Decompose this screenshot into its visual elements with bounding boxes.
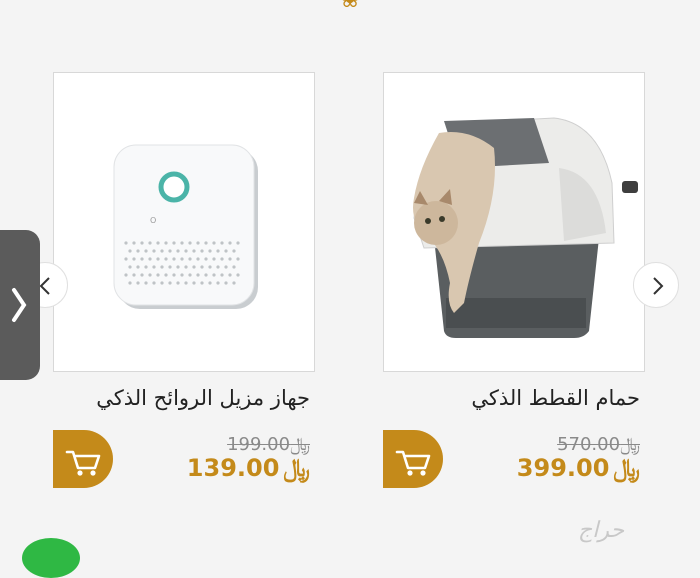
- currency-symbol: ﷼: [613, 454, 640, 482]
- paw-icon: ❀: [334, 0, 366, 11]
- chevron-right-icon: [12, 288, 27, 322]
- add-to-cart-button[interactable]: [383, 430, 443, 488]
- whatsapp-icon[interactable]: [22, 538, 80, 578]
- product-title[interactable]: حمام القطط الذكي: [471, 386, 640, 410]
- watermark: حراج: [578, 518, 625, 543]
- product-card-litter-box[interactable]: [383, 72, 645, 372]
- cart-icon: [395, 450, 431, 476]
- product-card-odor-remover[interactable]: O: [53, 72, 315, 372]
- old-price-currency: ﷼: [290, 434, 310, 455]
- carousel-next-button[interactable]: [633, 262, 679, 308]
- side-drawer-tab[interactable]: [0, 230, 40, 380]
- current-price: ﷼139.00: [186, 454, 310, 482]
- svg-text:O: O: [150, 216, 156, 225]
- odor-remover-device-image: O: [54, 73, 314, 371]
- chevron-right-icon: [653, 277, 664, 295]
- currency-symbol: ﷼: [283, 454, 310, 482]
- old-price: ﷼199.00: [227, 434, 310, 455]
- product-title[interactable]: جهاز مزيل الروائح الذكي: [96, 386, 310, 410]
- add-to-cart-button[interactable]: [53, 430, 113, 488]
- old-price-currency: ﷼: [620, 434, 640, 455]
- cart-icon: [65, 450, 101, 476]
- current-price: ﷼399.00: [516, 454, 640, 482]
- old-price: ﷼570.00: [557, 434, 640, 455]
- cat-litter-box-image: [384, 73, 644, 371]
